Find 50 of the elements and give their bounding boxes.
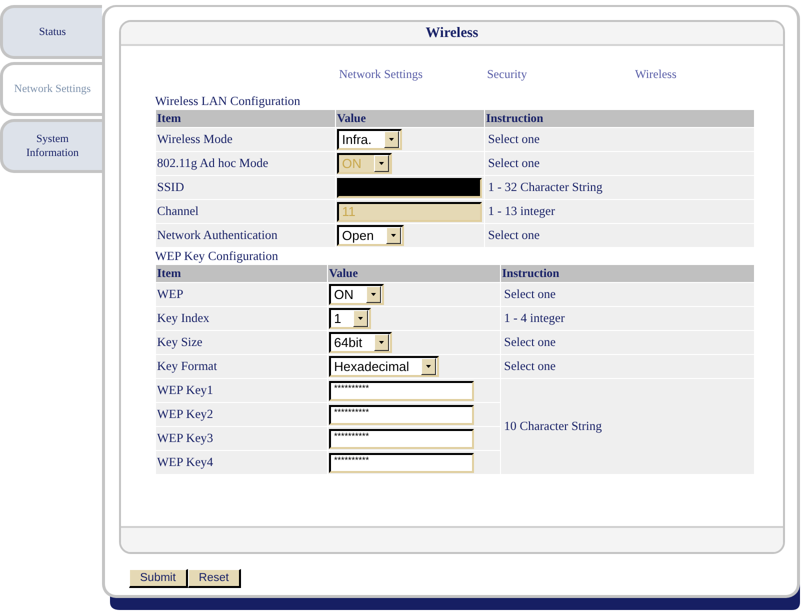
form-button[interactable]: Reset	[188, 569, 241, 588]
table-cell: WEP Key4	[156, 450, 328, 474]
dropdown[interactable]: Hexadecimal	[329, 356, 440, 377]
table-cell: Channel	[156, 200, 336, 224]
password-field[interactable]: **********	[329, 428, 474, 448]
table-cell: Key Index	[156, 306, 328, 330]
nav-link[interactable]: Security	[487, 67, 635, 82]
table-cell: WEP Key1	[156, 378, 328, 402]
table-cell: WEP	[156, 282, 328, 306]
sidebar-tab[interactable]: Status	[0, 5, 102, 59]
table-cell: WEP Key2	[156, 402, 328, 426]
table-cell: Network Authentication	[156, 224, 336, 248]
dropdown[interactable]: 64bit	[329, 332, 392, 353]
password-field[interactable]: **********	[329, 452, 474, 472]
table-cell: 1 - 32 Character String	[484, 176, 754, 200]
column-header: Item	[156, 110, 336, 128]
form-button[interactable]: Submit	[129, 569, 188, 588]
table-cell: Select one	[484, 152, 754, 176]
table-cell: 1 - 13 integer	[484, 200, 754, 224]
table-cell: Key Format	[156, 354, 328, 378]
dropdown[interactable]: 1	[329, 308, 372, 329]
table-cell: Wireless Mode	[156, 128, 336, 152]
section-title: Wireless LAN Configuration	[155, 93, 302, 110]
dropdown[interactable]: Infra.	[337, 129, 402, 150]
dropdown[interactable]: Open	[337, 225, 404, 246]
dropdown[interactable]: ON	[329, 284, 384, 305]
table-cell: Select one	[484, 128, 754, 152]
column-header: Instruction	[484, 110, 754, 128]
table-cell: SSID	[156, 176, 336, 200]
nav-link[interactable]: Network Settings	[339, 67, 487, 82]
table-cell: Select one	[500, 330, 754, 354]
column-header: Value	[336, 110, 484, 128]
table-cell: WEP Key3	[156, 426, 328, 450]
column-header: Item	[156, 265, 328, 282]
column-header: Value	[328, 265, 500, 282]
input-field[interactable]	[337, 178, 482, 198]
section-title: WEP Key Configuration	[155, 248, 280, 265]
table-cell: Select one	[500, 282, 754, 306]
panel-title: Wireless	[426, 24, 478, 42]
table-cell: Select one	[484, 224, 754, 248]
sidebar-tab[interactable]: System Information	[0, 119, 102, 173]
table-cell: 802.11g Ad hoc Mode	[156, 152, 336, 176]
table-cell: Key Size	[156, 330, 328, 354]
password-field[interactable]: **********	[329, 404, 474, 424]
table-cell: 1 - 4 integer	[500, 306, 754, 330]
table-cell: Select one	[500, 354, 754, 378]
column-header: Instruction	[500, 265, 754, 282]
table-cell: 10 Character String	[500, 378, 754, 474]
password-field[interactable]: **********	[329, 380, 474, 400]
nav-link[interactable]: Wireless	[635, 67, 783, 82]
